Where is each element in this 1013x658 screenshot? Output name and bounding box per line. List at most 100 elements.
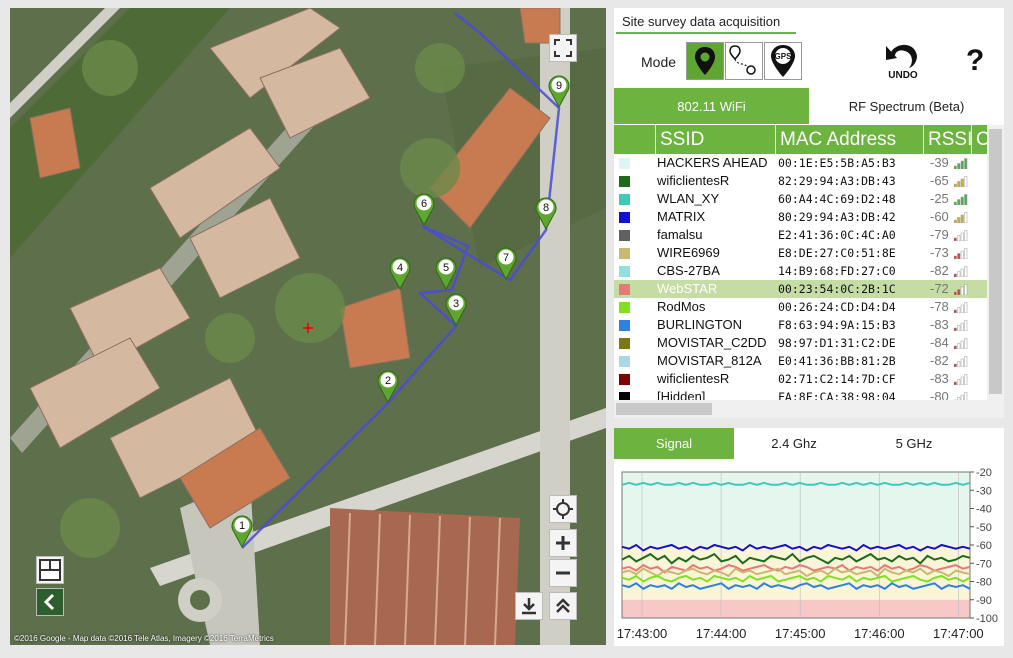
- waypoint-label: 2: [385, 375, 391, 387]
- floorplan-icon: [39, 559, 61, 581]
- collapse-up-button[interactable]: [549, 592, 577, 620]
- map-layers-button[interactable]: [36, 556, 64, 584]
- table-row[interactable]: HACKERS AHEAD 00:1E:E5:5B:A5:B3 -39: [614, 154, 987, 172]
- gps-mode-icon: GPS: [771, 45, 795, 77]
- x-tick-label: 17:47:00: [933, 626, 984, 641]
- fullscreen-button[interactable]: [549, 34, 577, 62]
- table-row[interactable]: [Hidden] FA:8F:CA:38:98:04 -80: [614, 388, 987, 400]
- table-row[interactable]: MOVISTAR_C2DD 98:97:D1:31:C2:DE -84: [614, 334, 987, 352]
- pin-mode-button[interactable]: [686, 42, 724, 80]
- mode-label: Mode: [641, 54, 677, 70]
- tab-2-4-ghz[interactable]: 2.4 Ghz: [734, 428, 854, 459]
- network-ssid: BURLINGTON: [657, 317, 742, 332]
- table-row[interactable]: wificlientesR 02:71:C2:14:7D:CF -83: [614, 370, 987, 388]
- network-ssid: MOVISTAR_C2DD: [657, 335, 767, 350]
- signal-bars-icon: [954, 302, 968, 313]
- waypoint-label: 3: [453, 298, 459, 310]
- signal-bars-icon: [954, 248, 968, 259]
- tab-signal[interactable]: Signal: [614, 428, 734, 459]
- network-mac: 60:A4:4C:69:D2:48: [778, 192, 896, 206]
- network-ssid: MOVISTAR_812A: [657, 353, 762, 368]
- signal-bars-icon: [954, 356, 968, 367]
- map-type-button[interactable]: [36, 588, 64, 616]
- network-color-swatch: [619, 176, 630, 187]
- waypoint-marker-3[interactable]: 3: [444, 292, 468, 326]
- waypoint-marker-5[interactable]: 5: [434, 256, 458, 290]
- zoom-in-button[interactable]: [549, 529, 577, 557]
- tab-wifi[interactable]: 802.11 WiFi: [614, 88, 809, 124]
- waypoint-marker-6[interactable]: 6: [412, 192, 436, 226]
- waypoint-marker-9[interactable]: 9: [547, 74, 571, 108]
- y-tick-label: -50: [976, 522, 992, 534]
- help-button[interactable]: ?: [966, 44, 984, 78]
- waypoint-marker-7[interactable]: 7: [494, 246, 518, 280]
- column-header-ssid[interactable]: SSID: [656, 125, 776, 154]
- waypoint-marker-8[interactable]: 8: [534, 196, 558, 230]
- network-mac: FA:8F:CA:38:98:04: [778, 390, 896, 400]
- table-row[interactable]: CBS-27BA 14:B9:68:FD:27:C0 -82: [614, 262, 987, 280]
- table-row[interactable]: WebSTAR 00:23:54:0C:2B:1C -72: [614, 280, 987, 298]
- download-icon: [522, 598, 536, 615]
- y-tick-label: -60: [976, 540, 992, 552]
- network-rssi: -84: [930, 335, 949, 350]
- map-imagery[interactable]: [10, 8, 606, 645]
- signal-bars-icon: [954, 212, 968, 223]
- satellite-map[interactable]: 1 2 3 4 5 6 7 8 9 ©2016 Google - Map data ©2016 …: [10, 8, 606, 645]
- table-horizontal-scrollbar[interactable]: [614, 400, 1004, 418]
- table-row[interactable]: MOVISTAR_812A E0:41:36:BB:81:2B -82: [614, 352, 987, 370]
- plus-icon: [556, 536, 570, 550]
- signal-bars-icon: [954, 338, 968, 349]
- map-attribution: ©2016 Google - Map data ©2016 Tele Atlas…: [14, 634, 274, 643]
- network-mac: 80:29:94:A3:DB:42: [778, 210, 896, 224]
- y-tick-label: -20: [976, 467, 992, 479]
- waypoint-label: 9: [556, 80, 562, 92]
- tab-rf-spectrum[interactable]: RF Spectrum (Beta): [809, 88, 1004, 124]
- x-tick-label: 17:44:00: [696, 626, 747, 641]
- path-mode-button[interactable]: [725, 42, 763, 80]
- column-header-mac[interactable]: MAC Address: [776, 125, 924, 154]
- tab-5-ghz[interactable]: 5 GHz: [854, 428, 974, 459]
- signal-bars-icon: [954, 158, 968, 169]
- scrollbar-thumb[interactable]: [989, 129, 1002, 394]
- column-header-channel[interactable]: C: [972, 125, 990, 154]
- gps-mode-button[interactable]: GPS: [764, 42, 802, 80]
- table-row[interactable]: RodMos 00:26:24:CD:D4:D4 -78: [614, 298, 987, 316]
- crosshair-target-icon: [553, 499, 573, 519]
- x-tick-label: 17:43:00: [617, 626, 668, 641]
- minus-icon: [556, 571, 570, 575]
- network-mac: E0:41:36:BB:81:2B: [778, 354, 896, 368]
- signal-bars-icon: [954, 284, 968, 295]
- network-color-swatch: [619, 266, 630, 277]
- y-tick-label: -100: [976, 613, 998, 625]
- table-row[interactable]: MATRIX 80:29:94:A3:DB:42 -60: [614, 208, 987, 226]
- map-arrow-icon: [43, 593, 55, 611]
- table-row[interactable]: WLAN_XY 60:A4:4C:69:D2:48 -25: [614, 190, 987, 208]
- network-color-swatch: [619, 356, 630, 367]
- signal-series-0: [621, 481, 971, 486]
- table-row[interactable]: BURLINGTON F8:63:94:9A:15:B3 -83: [614, 316, 987, 334]
- waypoint-marker-4[interactable]: 4: [388, 256, 412, 290]
- network-mac: 02:71:C2:14:7D:CF: [778, 372, 896, 386]
- network-ssid: MATRIX: [657, 209, 706, 224]
- table-row[interactable]: famalsu E2:41:36:0C:4C:A0 -79: [614, 226, 987, 244]
- table-row[interactable]: wificlientesR 82:29:94:A3:DB:43 -65: [614, 172, 987, 190]
- table-row[interactable]: WIRE6969 E8:DE:27:C0:51:8E -73: [614, 244, 987, 262]
- network-color-swatch: [619, 194, 630, 205]
- waypoint-marker-2[interactable]: 2: [376, 369, 400, 403]
- scrollbar-thumb[interactable]: [616, 403, 712, 415]
- signal-chart: -20 -30 -40 -50 -60 -70 -80 -90 -100 17:43:00 17:4…: [617, 467, 998, 641]
- network-color-swatch: [619, 392, 630, 400]
- download-button[interactable]: [515, 592, 543, 620]
- network-table-header: SSID MAC Address RSSI C: [614, 125, 990, 154]
- network-color-swatch: [619, 302, 630, 313]
- locate-button[interactable]: [549, 495, 577, 523]
- undo-button[interactable]: UNDO: [880, 40, 926, 84]
- quality-band-2: [622, 599, 970, 618]
- waypoint-marker-1[interactable]: 1: [230, 514, 254, 548]
- table-vertical-scrollbar[interactable]: [987, 125, 1004, 400]
- column-header-rssi[interactable]: RSSI: [924, 125, 972, 154]
- zoom-out-button[interactable]: [549, 559, 577, 587]
- signal-bars-icon: [954, 176, 968, 187]
- network-mac: 14:B9:68:FD:27:C0: [778, 264, 896, 278]
- network-mac: 82:29:94:A3:DB:43: [778, 174, 896, 188]
